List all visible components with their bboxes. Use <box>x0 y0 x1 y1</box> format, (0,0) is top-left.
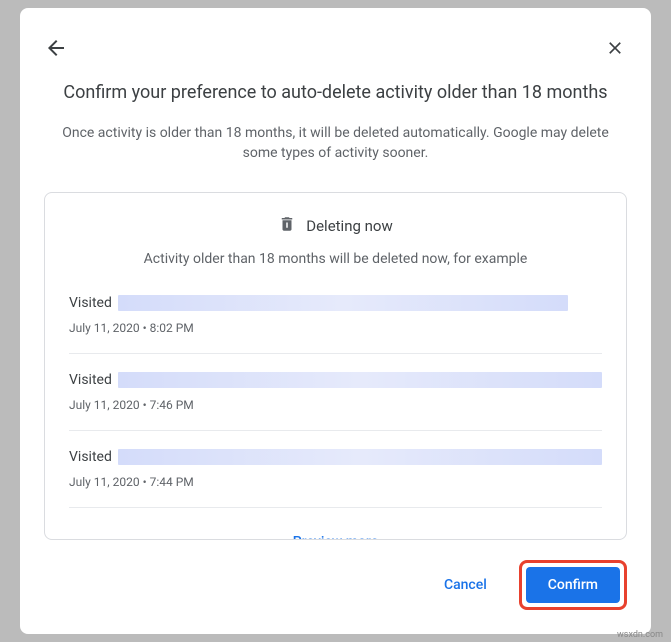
preview-more-link[interactable]: Preview more <box>69 526 602 540</box>
dialog-footer: Cancel Confirm <box>44 540 627 610</box>
redacted-content <box>118 295 568 311</box>
trash-icon <box>278 215 296 237</box>
activity-item: Visited July 11, 2020 • 8:02 PM <box>69 295 602 354</box>
redacted-content <box>118 372 602 388</box>
activity-label: Visited <box>69 372 112 388</box>
dialog-title: Confirm your preference to auto-delete a… <box>44 82 627 103</box>
deleting-subtitle: Activity older than 18 months will be de… <box>69 251 602 267</box>
activity-item: Visited July 11, 2020 • 7:44 PM <box>69 449 602 508</box>
confirm-highlight: Confirm <box>519 560 627 610</box>
activity-timestamp: July 11, 2020 • 7:44 PM <box>69 475 602 489</box>
deleting-header: Deleting now <box>69 215 602 237</box>
redacted-content <box>118 449 602 465</box>
close-icon <box>605 38 625 58</box>
deleting-label: Deleting now <box>306 217 393 235</box>
confirm-button[interactable]: Confirm <box>526 567 620 603</box>
confirm-dialog: Confirm your preference to auto-delete a… <box>20 8 651 634</box>
activity-timestamp: July 11, 2020 • 8:02 PM <box>69 321 602 335</box>
activity-label: Visited <box>69 449 112 465</box>
cancel-button[interactable]: Cancel <box>424 568 507 602</box>
preview-card: Deleting now Activity older than 18 mont… <box>44 192 627 540</box>
activity-label: Visited <box>69 295 112 311</box>
activity-item: Visited July 11, 2020 • 7:46 PM <box>69 372 602 431</box>
arrow-back-icon <box>44 36 68 60</box>
dialog-subtitle: Once activity is older than 18 months, i… <box>44 123 627 164</box>
close-button[interactable] <box>603 36 627 60</box>
back-button[interactable] <box>44 36 68 60</box>
watermark: wsxdn.com <box>617 630 663 640</box>
dialog-header <box>44 32 627 64</box>
activity-timestamp: July 11, 2020 • 7:46 PM <box>69 398 602 412</box>
